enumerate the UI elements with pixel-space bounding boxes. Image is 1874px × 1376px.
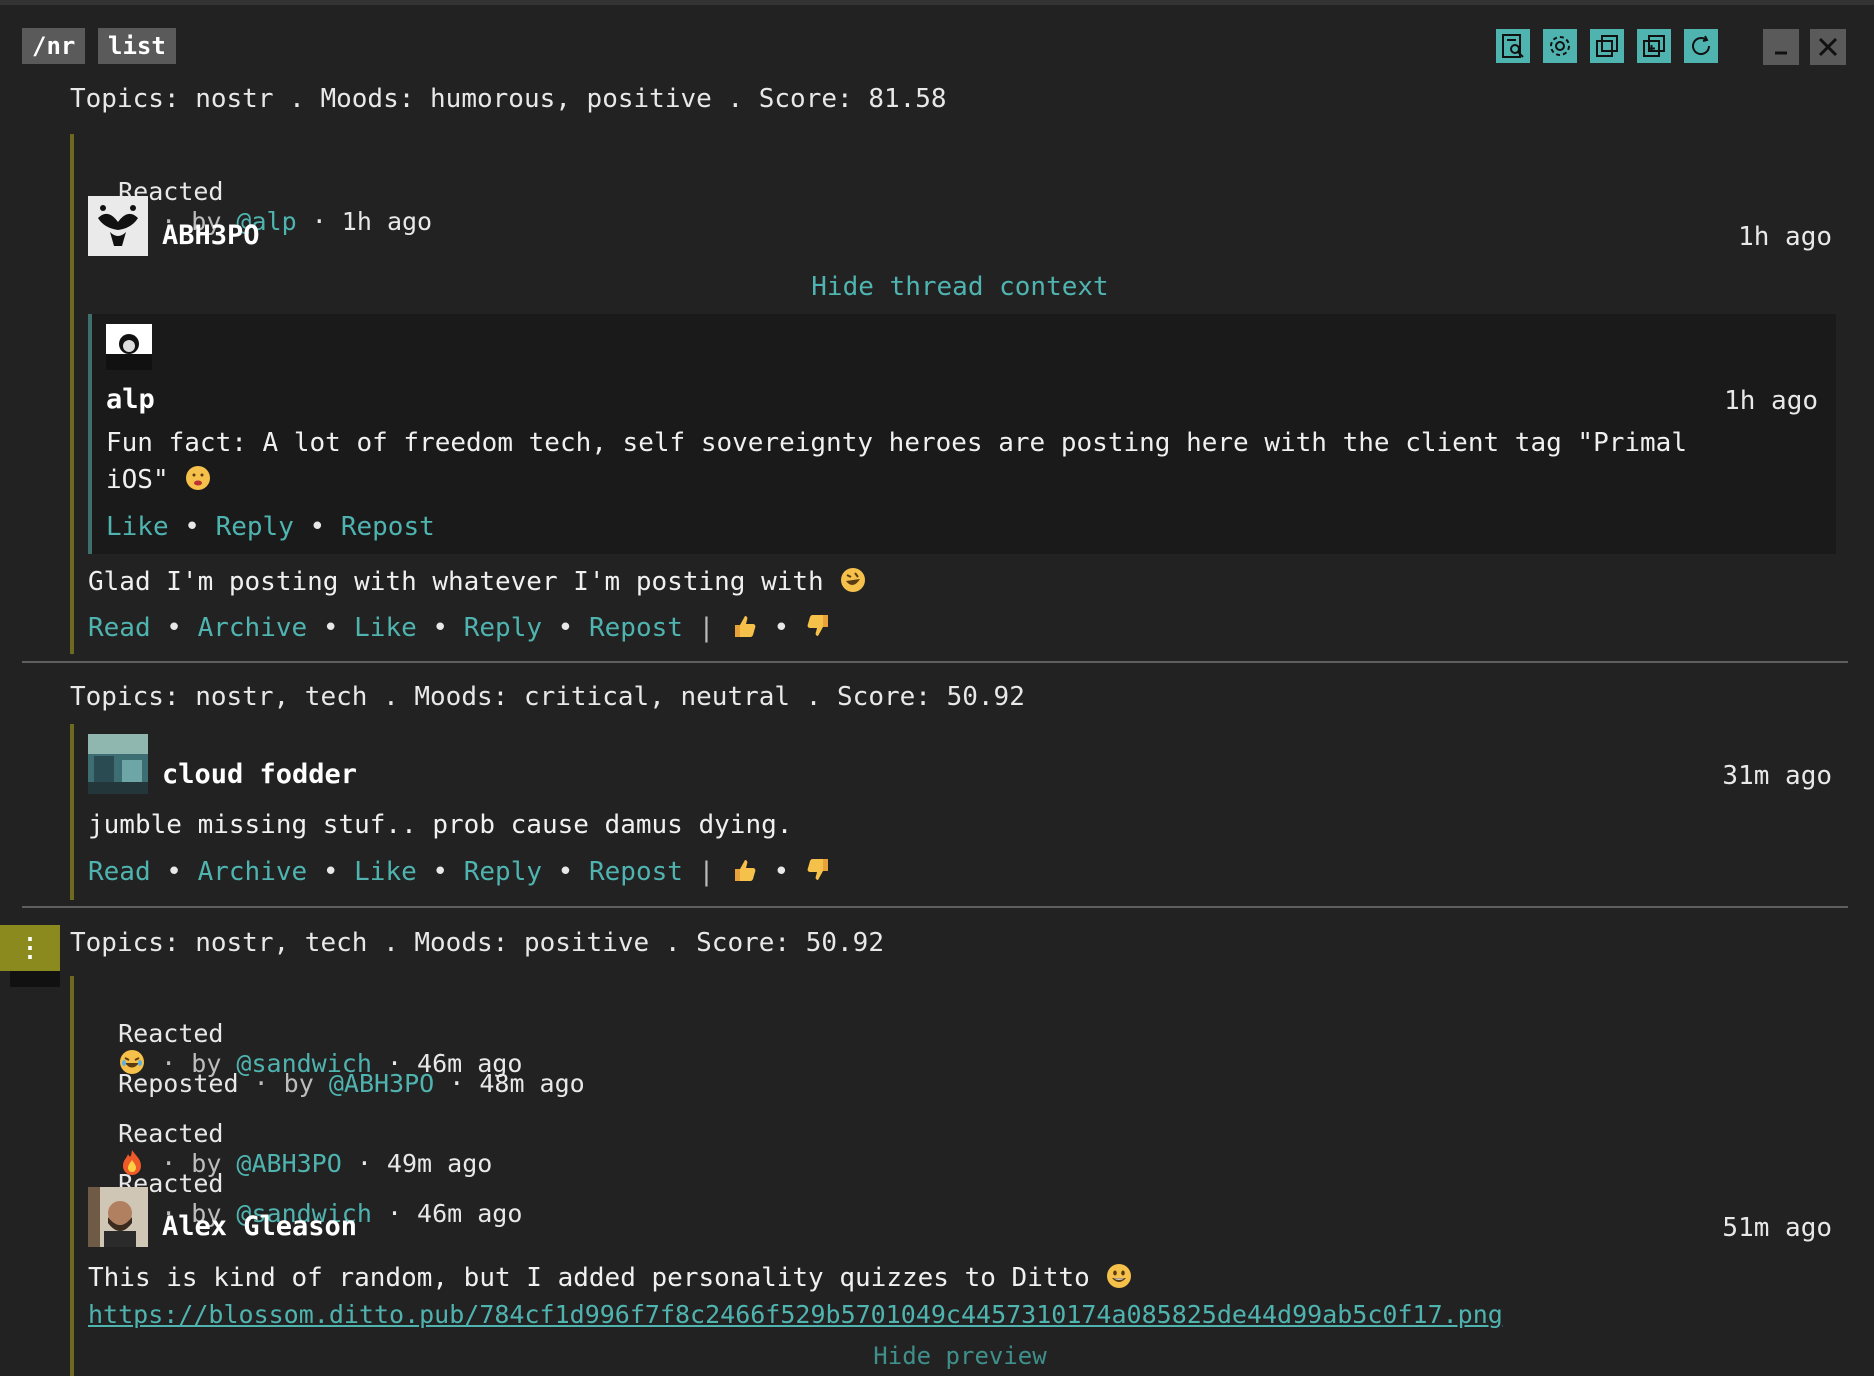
- item-divider: [22, 906, 1848, 908]
- item-topics-line: Topics: nostr, tech . Moods: positive . …: [70, 928, 884, 958]
- thread-content-line2: iOS": [106, 464, 212, 495]
- thumbs-down-icon[interactable]: [805, 613, 833, 643]
- reply-link[interactable]: Reply: [216, 512, 294, 542]
- avatar[interactable]: [106, 324, 152, 370]
- minimize-icon[interactable]: [1763, 29, 1799, 65]
- settings-gear-icon[interactable]: [1543, 29, 1577, 63]
- thread-post-time: 1h ago: [1724, 386, 1818, 416]
- shushing-face-icon: [184, 465, 212, 495]
- repost-link[interactable]: Repost: [589, 613, 683, 643]
- rolling-laughing-icon: [839, 567, 867, 597]
- post-time: 51m ago: [1722, 1213, 1832, 1243]
- avatar[interactable]: [88, 196, 148, 256]
- item-topics-line: Topics: nostr . Moods: humorous, positiv…: [70, 84, 947, 114]
- close-icon[interactable]: [1810, 29, 1846, 65]
- reaction-time: · 1h ago: [296, 207, 433, 236]
- post-time: 1h ago: [1738, 222, 1832, 252]
- reply-link[interactable]: Reply: [464, 857, 542, 887]
- post-actions: Read • Archive • Like • Reply • Repost |…: [88, 856, 833, 887]
- thumbs-up-icon[interactable]: [730, 857, 758, 887]
- thumbs-up-icon[interactable]: [730, 613, 758, 643]
- thread-content-line1: Fun fact: A lot of freedom tech, self so…: [106, 428, 1687, 458]
- hide-preview-link[interactable]: Hide preview: [88, 1342, 1832, 1370]
- thread-content-text: iOS": [106, 465, 169, 495]
- item-left-accent: [70, 976, 74, 1376]
- repost-link[interactable]: Repost: [589, 857, 683, 887]
- breadcrumb-list[interactable]: list: [98, 28, 176, 64]
- item-menu-handle[interactable]: ⋮: [0, 925, 60, 971]
- refresh-icon[interactable]: [1684, 29, 1718, 63]
- thread-actions: Like • Reply • Repost: [106, 512, 435, 542]
- archive-link[interactable]: Archive: [198, 857, 308, 887]
- like-link[interactable]: Like: [354, 613, 417, 643]
- post-time: 31m ago: [1722, 761, 1832, 791]
- item-left-accent: [70, 724, 74, 900]
- search-document-icon[interactable]: [1496, 29, 1530, 63]
- like-link[interactable]: Like: [106, 512, 169, 542]
- item-topics-line: Topics: nostr, tech . Moods: critical, n…: [70, 682, 1025, 712]
- avatar[interactable]: [88, 734, 148, 794]
- reply-link[interactable]: Reply: [464, 613, 542, 643]
- thread-author-name[interactable]: alp: [106, 384, 155, 415]
- author-name[interactable]: ABH3PO: [162, 220, 260, 251]
- add-window-icon[interactable]: [1637, 29, 1671, 63]
- post-content: This is kind of random, but I added pers…: [88, 1262, 1133, 1293]
- like-link[interactable]: Like: [354, 857, 417, 887]
- window-stack-icon[interactable]: [1590, 29, 1624, 63]
- window-top-border: [0, 0, 1874, 5]
- post-url-link[interactable]: https://blossom.ditto.pub/784cf1d996f7f8…: [88, 1300, 1503, 1329]
- post-actions: Read • Archive • Like • Reply • Repost |…: [88, 612, 833, 643]
- post-content: jumble missing stuf.. prob cause damus d…: [88, 810, 793, 840]
- author-name[interactable]: cloud fodder: [162, 759, 357, 790]
- breadcrumb-nr[interactable]: /nr: [22, 28, 86, 64]
- reaction-time: · 46m ago: [371, 1199, 523, 1228]
- hide-thread-context-link[interactable]: Hide thread context: [88, 272, 1832, 302]
- thumbs-down-icon[interactable]: [805, 857, 833, 887]
- archive-link[interactable]: Archive: [198, 613, 308, 643]
- avatar[interactable]: [88, 1187, 148, 1247]
- item-divider: [22, 661, 1848, 663]
- post-content-text: Glad I'm posting with whatever I'm posti…: [88, 567, 824, 597]
- menu-handle-shadow: [10, 971, 60, 987]
- post-content-text: This is kind of random, but I added pers…: [88, 1263, 1090, 1293]
- read-link[interactable]: Read: [88, 857, 151, 887]
- post-content: Glad I'm posting with whatever I'm posti…: [88, 566, 867, 597]
- read-link[interactable]: Read: [88, 613, 151, 643]
- grinning-face-icon: [1105, 1263, 1133, 1293]
- repost-link[interactable]: Repost: [341, 512, 435, 542]
- author-name[interactable]: Alex Gleason: [162, 1211, 357, 1242]
- item-left-accent: [70, 134, 74, 654]
